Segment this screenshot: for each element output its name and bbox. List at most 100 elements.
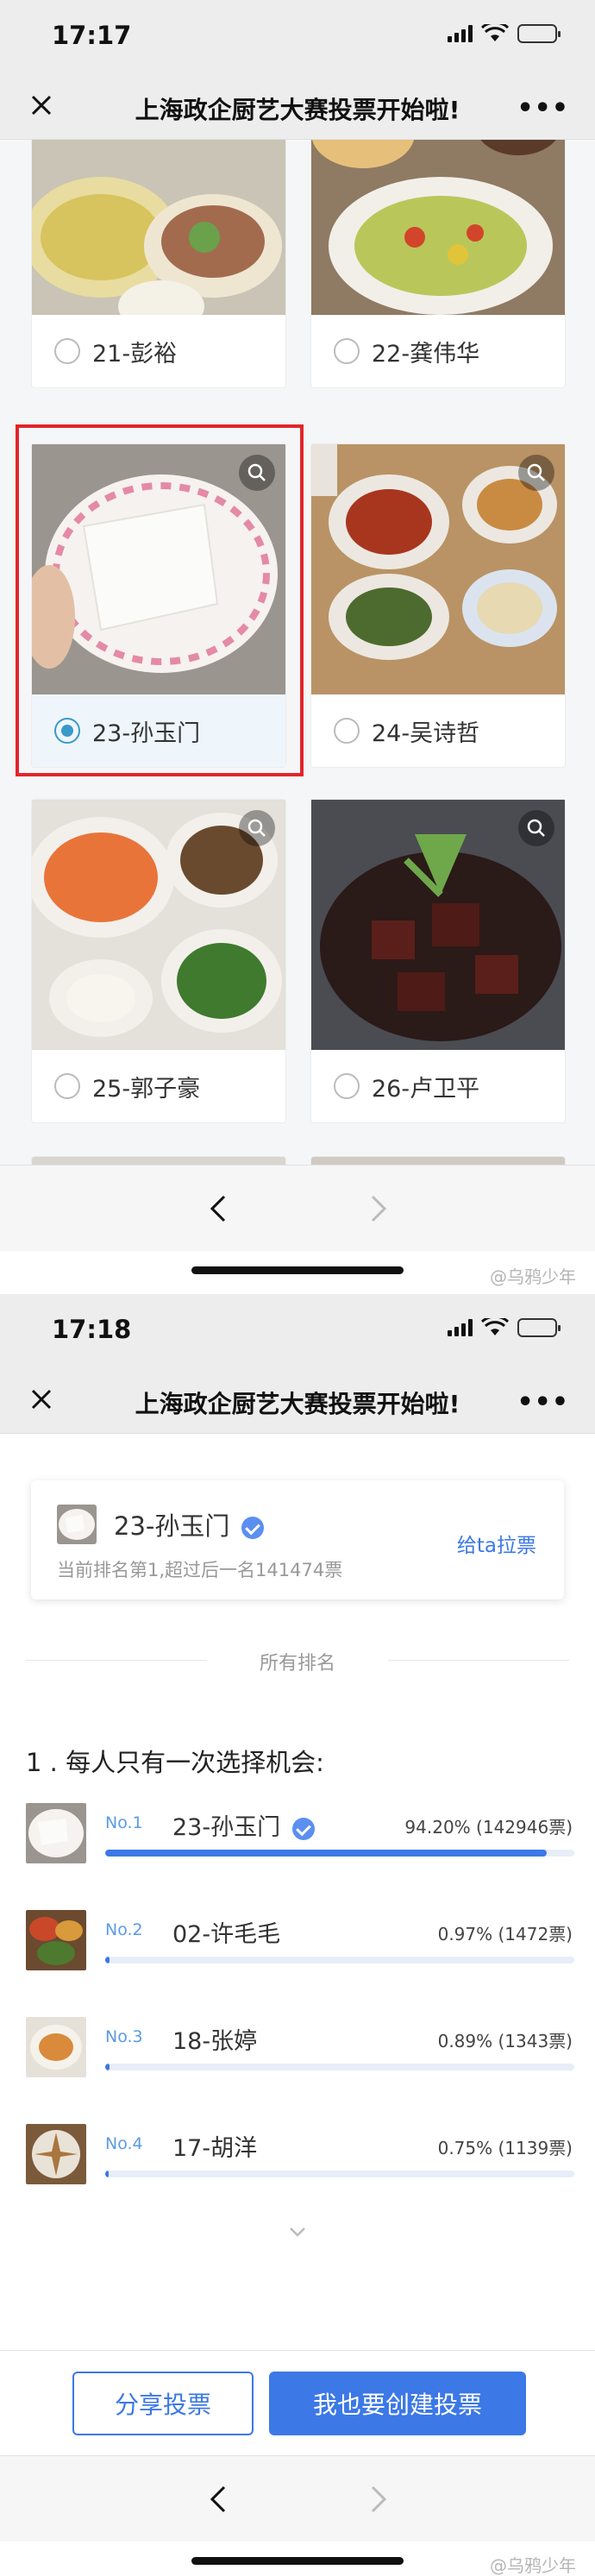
more-menu-icon[interactable]: ••• <box>517 93 569 123</box>
candidate-label: 25-郭子豪 <box>92 1075 201 1103</box>
browser-toolbar <box>0 1165 595 1251</box>
progress-fill <box>105 2171 110 2177</box>
watermark: @乌鸦少年 <box>490 1266 576 1287</box>
candidate-card[interactable]: 26-卢卫平 <box>310 799 566 1123</box>
verified-icon <box>292 1817 316 1840</box>
rank-value: 0.97% (1472票) <box>437 1924 573 1945</box>
zoom-icon[interactable] <box>518 810 554 846</box>
more-menu-icon[interactable]: ••• <box>517 1387 569 1417</box>
candidate-caption[interactable]: 25-郭子豪 <box>32 1050 285 1122</box>
dish-photo <box>311 444 565 694</box>
home-indicator[interactable] <box>191 1266 404 1274</box>
candidate-caption[interactable]: 21-彭裕 <box>32 315 285 387</box>
dish-photo <box>32 140 285 315</box>
candidate-name-text: 23-孙玉门 <box>114 1511 230 1541</box>
rank-name: 23-孙玉门 <box>172 1808 316 1842</box>
progress-bar <box>105 2064 574 2070</box>
rank-number: No.3 <box>105 2027 143 2046</box>
dish-thumbnail <box>26 2124 86 2184</box>
candidate-caption[interactable]: 24-吴诗哲 <box>311 694 565 767</box>
forward-arrow-icon[interactable] <box>366 2484 391 2515</box>
radio-button[interactable] <box>334 718 360 744</box>
candidate-caption[interactable]: 26-卢卫平 <box>311 1050 565 1122</box>
action-bar: 分享投票 我也要创建投票 <box>0 2350 595 2453</box>
progress-fill <box>105 1850 548 1857</box>
dish-thumbnail <box>26 1803 86 1863</box>
progress-bar <box>105 1850 574 1857</box>
wifi-icon <box>481 24 509 41</box>
status-bar: 17:17 <box>0 0 595 72</box>
page-title: 上海政企厨艺大赛投票开始啦! <box>135 1390 460 1418</box>
candidate-label: 22-龚伟华 <box>372 340 480 368</box>
battery-icon <box>517 1318 561 1337</box>
candidate-card[interactable]: 21-彭裕 <box>31 140 286 388</box>
zoom-icon[interactable] <box>239 810 275 846</box>
radio-button[interactable] <box>334 1073 360 1099</box>
radio-button[interactable] <box>334 338 360 364</box>
nav-bar: 上海政企厨艺大赛投票开始啦! ••• <box>0 1367 595 1434</box>
rank-name: 18-张婷 <box>172 2028 258 2055</box>
progress-bar <box>105 1957 574 1963</box>
candidate-label: 24-吴诗哲 <box>372 719 480 747</box>
progress-fill <box>105 2064 110 2070</box>
zoom-icon[interactable] <box>518 455 554 491</box>
dish-thumbnail <box>26 1910 86 1970</box>
back-arrow-icon[interactable] <box>205 2484 231 2515</box>
candidate-summary-card: 23-孙玉门 当前排名第1,超过后一名141474票 给ta拉票 <box>31 1480 564 1599</box>
home-indicator[interactable] <box>191 2557 404 2565</box>
ranking-row: No.1 23-孙玉门 94.20% (142946票) <box>26 1803 578 1872</box>
page-title: 上海政企厨艺大赛投票开始啦! <box>135 96 460 124</box>
radio-button[interactable] <box>54 338 80 364</box>
battery-icon <box>517 24 561 43</box>
rank-value: 0.89% (1343票) <box>437 2031 573 2051</box>
verified-icon <box>241 1517 265 1539</box>
status-bar: 17:18 <box>0 1294 595 1367</box>
share-vote-button[interactable]: 分享投票 <box>72 2372 254 2435</box>
rank-value: 0.75% (1139票) <box>437 2138 573 2158</box>
candidate-card[interactable] <box>310 1156 566 1165</box>
candidate-card[interactable]: 22-龚伟华 <box>310 140 566 388</box>
dish-thumbnail <box>26 2017 86 2077</box>
divider-label: 所有排名 <box>259 1653 335 1674</box>
candidate-label: 26-卢卫平 <box>372 1075 480 1103</box>
canvass-button[interactable]: 给ta拉票 <box>457 1529 536 1558</box>
radio-button[interactable] <box>54 1073 80 1099</box>
candidate-card[interactable] <box>31 1156 286 1165</box>
status-time: 17:17 <box>52 21 132 50</box>
progress-bar <box>105 2171 574 2177</box>
divider-line <box>388 1660 569 1661</box>
rank-number: No.4 <box>105 2134 143 2153</box>
chevron-down-icon[interactable] <box>288 2226 307 2238</box>
rank-name: 02-许毛毛 <box>172 1921 281 1948</box>
watermark: @乌鸦少年 <box>490 2555 576 2576</box>
back-arrow-icon[interactable] <box>205 1193 231 1224</box>
rank-number: No.2 <box>105 1920 143 1939</box>
create-vote-button[interactable]: 我也要创建投票 <box>269 2372 526 2435</box>
status-icons <box>448 1318 561 1337</box>
ranking-row: No.3 18-张婷 0.89% (1343票) <box>26 2017 578 2086</box>
candidate-rank-info: 当前排名第1,超过后一名141474票 <box>57 1560 343 1580</box>
ranking-row: No.2 02-许毛毛 0.97% (1472票) <box>26 1910 578 1979</box>
section-divider: 所有排名 <box>26 1648 569 1674</box>
avatar <box>57 1505 97 1544</box>
candidate-label: 21-彭裕 <box>92 340 178 368</box>
status-time: 17:18 <box>52 1315 132 1344</box>
dish-photo <box>311 140 565 315</box>
forward-arrow-icon[interactable] <box>366 1193 391 1224</box>
candidate-caption[interactable]: 22-龚伟华 <box>311 315 565 387</box>
selection-highlight <box>16 424 304 776</box>
candidate-card[interactable]: 25-郭子豪 <box>31 799 286 1123</box>
candidate-grid: 21-彭裕 22-龚伟华 23-孙玉门 24-吴诗哲 25-郭子豪 26-卢卫平 <box>0 140 595 1165</box>
candidate-name: 23-孙玉门 <box>114 1506 265 1542</box>
dish-photo <box>32 800 285 1050</box>
candidate-card[interactable]: 24-吴诗哲 <box>310 443 566 768</box>
wifi-icon <box>481 1318 509 1335</box>
progress-fill <box>105 1957 110 1963</box>
browser-toolbar <box>0 2455 595 2541</box>
signal-icon <box>448 25 473 42</box>
dish-photo <box>311 800 565 1050</box>
rank-name-text: 23-孙玉门 <box>172 1814 281 1841</box>
question-title: 1 . 每人只有一次选择机会: <box>26 1748 324 1777</box>
status-icons <box>448 24 561 43</box>
ranking-row: No.4 17-胡洋 0.75% (1139票) <box>26 2124 578 2193</box>
